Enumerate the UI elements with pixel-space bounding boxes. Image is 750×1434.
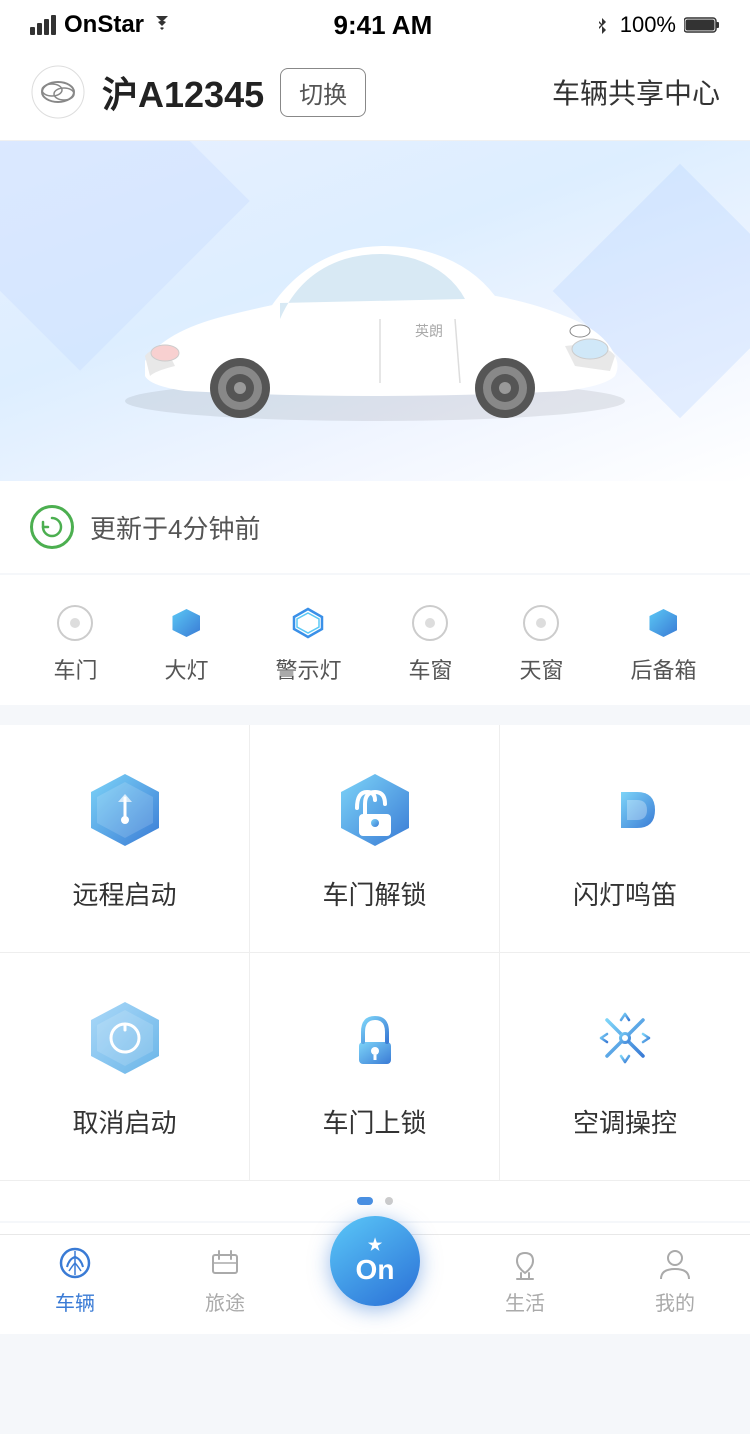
headlight-label: 大灯	[164, 653, 208, 685]
status-item-door[interactable]: 车门	[53, 605, 97, 685]
car-hero: 英朗	[0, 141, 750, 481]
update-status: 更新于4分钟前	[0, 481, 750, 573]
remote-start-label: 远程启动	[72, 875, 176, 912]
refresh-icon[interactable]	[30, 505, 74, 549]
status-item-sunroof[interactable]: 天窗	[519, 605, 563, 685]
page-dot-1[interactable]	[357, 1197, 373, 1205]
door-label: 车门	[53, 653, 97, 685]
status-icons-row: 车门 大灯 警示灯 车窗 天窗 后备箱	[0, 575, 750, 705]
sunroof-status-icon	[523, 605, 559, 641]
trunk-status-icon	[645, 605, 681, 641]
nav-life-label: 生活	[505, 1287, 545, 1316]
ac-control-icon	[580, 993, 670, 1083]
status-item-trunk[interactable]: 后备箱	[630, 605, 696, 685]
nav-on-center[interactable]: ★ On	[300, 1216, 450, 1306]
bluetooth-icon	[592, 16, 612, 34]
vehicle-nav-icon	[55, 1245, 95, 1281]
nav-vehicle-label: 车辆	[55, 1287, 95, 1316]
on-button-text: ★ On	[356, 1238, 395, 1284]
door-lock-icon	[330, 993, 420, 1083]
window-label: 车窗	[408, 653, 452, 685]
remote-start-button[interactable]: 远程启动	[0, 725, 250, 953]
window-status-icon	[412, 605, 448, 641]
status-bar: OnStar 9:41 AM 100%	[0, 0, 750, 44]
trip-nav-icon	[205, 1245, 245, 1281]
trunk-label: 后备箱	[630, 653, 696, 685]
header: 沪A12345 切换 车辆共享中心	[0, 44, 750, 141]
header-left: 沪A12345 切换	[30, 64, 366, 120]
status-time: 9:41 AM	[334, 10, 433, 41]
svg-text:英朗: 英朗	[415, 323, 443, 339]
switch-button[interactable]: 切换	[280, 68, 366, 117]
cancel-start-label: 取消启动	[72, 1103, 176, 1140]
signal-icon	[30, 15, 58, 35]
door-unlock-label: 车门解锁	[322, 875, 426, 912]
warning-status-icon	[290, 605, 326, 641]
remote-start-icon	[80, 765, 170, 855]
vehicle-share-center-link[interactable]: 车辆共享中心	[552, 72, 720, 112]
battery-icon	[684, 16, 720, 34]
door-unlock-icon	[330, 765, 420, 855]
warning-label: 警示灯	[275, 653, 341, 685]
flash-horn-label: 闪灯鸣笛	[573, 875, 677, 912]
nav-trip-label: 旅途	[205, 1287, 245, 1316]
plate-number: 沪A12345	[102, 66, 264, 118]
door-unlock-button[interactable]: 车门解锁	[250, 725, 500, 953]
life-nav-icon	[505, 1245, 545, 1281]
status-item-window[interactable]: 车窗	[408, 605, 452, 685]
buick-logo	[30, 64, 86, 120]
ac-control-label: 空调操控	[573, 1103, 677, 1140]
nav-vehicle[interactable]: 车辆	[0, 1245, 150, 1316]
bottom-nav: 车辆 旅途 ★ On 生活 我的	[0, 1234, 750, 1334]
status-item-headlight[interactable]: 大灯	[164, 605, 208, 685]
sunroof-label: 天窗	[519, 653, 563, 685]
nav-profile[interactable]: 我的	[600, 1245, 750, 1316]
page-dot-2[interactable]	[385, 1197, 393, 1205]
status-carrier: OnStar	[30, 11, 174, 39]
nav-life[interactable]: 生活	[450, 1245, 600, 1316]
wifi-icon	[150, 16, 174, 34]
status-battery-area: 100%	[592, 12, 720, 38]
profile-nav-icon	[655, 1245, 695, 1281]
cancel-start-icon	[80, 993, 170, 1083]
flash-horn-button[interactable]: 闪灯鸣笛	[500, 725, 750, 953]
door-status-icon	[57, 605, 93, 641]
ac-control-button[interactable]: 空调操控	[500, 953, 750, 1181]
door-lock-label: 车门上锁	[322, 1103, 426, 1140]
nav-trip[interactable]: 旅途	[150, 1245, 300, 1316]
on-button[interactable]: ★ On	[330, 1216, 420, 1306]
status-item-warning[interactable]: 警示灯	[275, 605, 341, 685]
flash-horn-icon	[580, 765, 670, 855]
car-image: 英朗	[85, 191, 665, 431]
update-text: 更新于4分钟前	[90, 509, 260, 546]
headlight-status-icon	[168, 605, 204, 641]
nav-profile-label: 我的	[655, 1287, 695, 1316]
door-lock-button[interactable]: 车门上锁	[250, 953, 500, 1181]
action-grid: 远程启动 车门解锁	[0, 725, 750, 1181]
cancel-start-button[interactable]: 取消启动	[0, 953, 250, 1181]
